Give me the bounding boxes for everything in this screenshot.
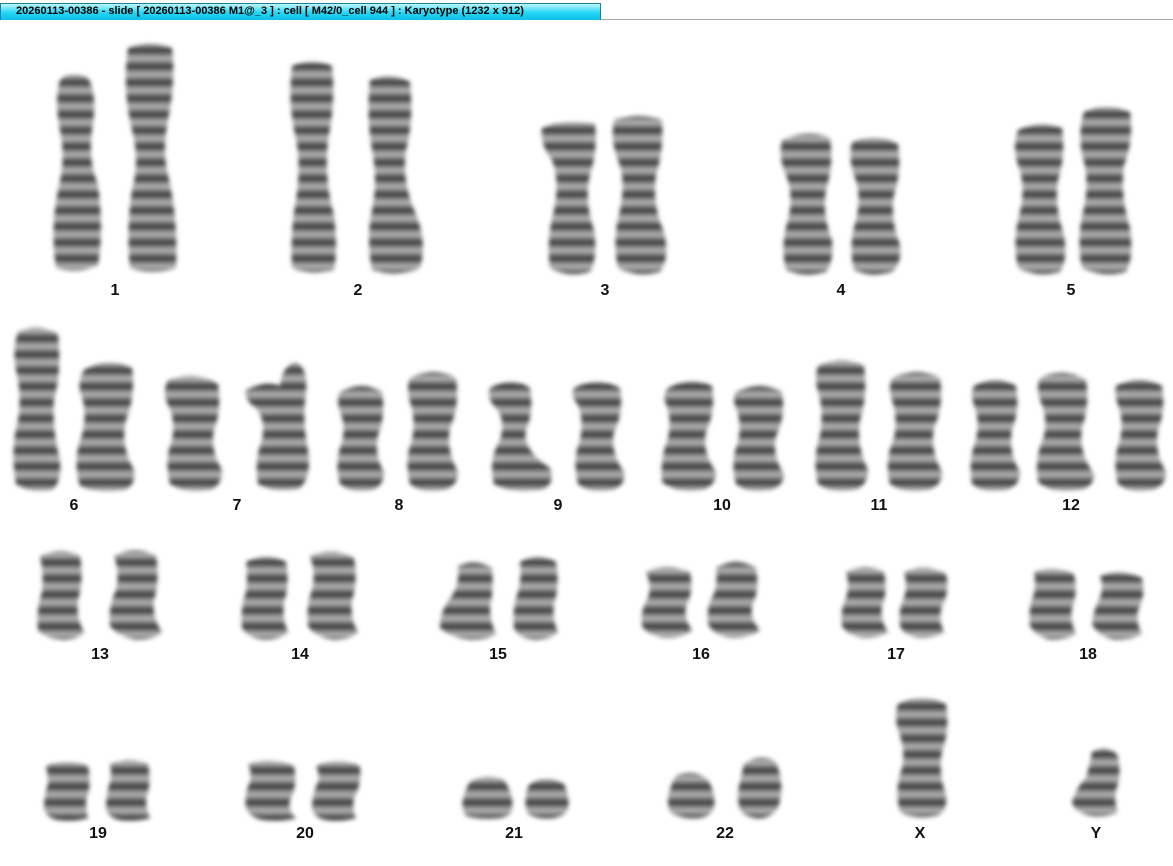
chromosome-y[interactable] bbox=[1072, 748, 1120, 817]
chromosome-label-22: 22 bbox=[716, 825, 734, 842]
chromosome-label-2: 2 bbox=[354, 282, 363, 299]
chromosome-pair-8[interactable] bbox=[337, 372, 458, 492]
chromosome-label-x: X bbox=[915, 825, 926, 842]
chromosome-label-6: 6 bbox=[70, 497, 79, 514]
chromosome-label-y: Y bbox=[1091, 825, 1102, 842]
chromosome-pair-20[interactable] bbox=[245, 760, 361, 821]
chromosome-label-18: 18 bbox=[1079, 646, 1097, 663]
chromosome-label-12: 12 bbox=[1062, 497, 1080, 514]
chromosome-label-9: 9 bbox=[554, 497, 563, 514]
chromosome-label-19: 19 bbox=[89, 825, 107, 842]
chromosome-pair-6[interactable] bbox=[13, 327, 135, 492]
chromosome-pair-22[interactable] bbox=[668, 757, 782, 819]
chromosome-label-3: 3 bbox=[601, 282, 610, 299]
chromosome-pair-15[interactable] bbox=[440, 557, 558, 640]
karyotype-canvas: 1 2 3 4 5 6 7 8 9 10 11 12 13 14 15 16 1… bbox=[0, 20, 1173, 866]
window-titlebar: 20260113-00386 - slide [ 20260113-00386 … bbox=[0, 0, 1173, 20]
chromosome-pair-18[interactable] bbox=[1029, 568, 1144, 640]
chromosome-pair-9[interactable] bbox=[488, 382, 625, 492]
chromosome-pair-3[interactable] bbox=[541, 116, 667, 275]
chromosome-pair-11[interactable] bbox=[815, 360, 942, 492]
chromosome-label-16: 16 bbox=[692, 646, 710, 663]
chromosome-pair-12[interactable] bbox=[970, 372, 1166, 492]
chromosome-pair-19[interactable] bbox=[44, 760, 150, 821]
chromosome-pair-4[interactable] bbox=[780, 133, 901, 275]
chromosome-pair-17[interactable] bbox=[841, 567, 948, 638]
chromosome-pair-16[interactable] bbox=[641, 562, 760, 638]
chromosome-pair-10[interactable] bbox=[661, 381, 784, 492]
chromosome-label-1: 1 bbox=[111, 282, 120, 299]
chromosome-pair-21[interactable] bbox=[462, 776, 569, 819]
chromosome-label-15: 15 bbox=[489, 646, 507, 663]
chromosome-x[interactable] bbox=[896, 698, 948, 818]
chromosome-label-17: 17 bbox=[887, 646, 905, 663]
chromosome-label-7: 7 bbox=[233, 497, 242, 514]
chromosome-label-4: 4 bbox=[837, 282, 846, 299]
chromosome-pair-2[interactable] bbox=[290, 62, 423, 274]
chromosome-label-8: 8 bbox=[395, 497, 404, 514]
window-title[interactable]: 20260113-00386 - slide [ 20260113-00386 … bbox=[0, 3, 601, 20]
chromosome-label-21: 21 bbox=[505, 825, 523, 842]
chromosome-label-13: 13 bbox=[91, 646, 109, 663]
chromosome-pair-13[interactable] bbox=[37, 550, 163, 640]
chromosome-label-14: 14 bbox=[291, 646, 309, 663]
chromosome-label-11: 11 bbox=[871, 497, 888, 514]
chromosome-label-20: 20 bbox=[296, 825, 314, 842]
chromosome-label-10: 10 bbox=[713, 497, 731, 514]
chromosome-pair-1[interactable] bbox=[53, 44, 177, 272]
chromosome-pair-7[interactable] bbox=[165, 362, 309, 492]
chromosome-pair-14[interactable] bbox=[241, 551, 359, 640]
chromosome-pair-5[interactable] bbox=[1015, 107, 1132, 275]
chromosome-label-5: 5 bbox=[1067, 282, 1076, 299]
